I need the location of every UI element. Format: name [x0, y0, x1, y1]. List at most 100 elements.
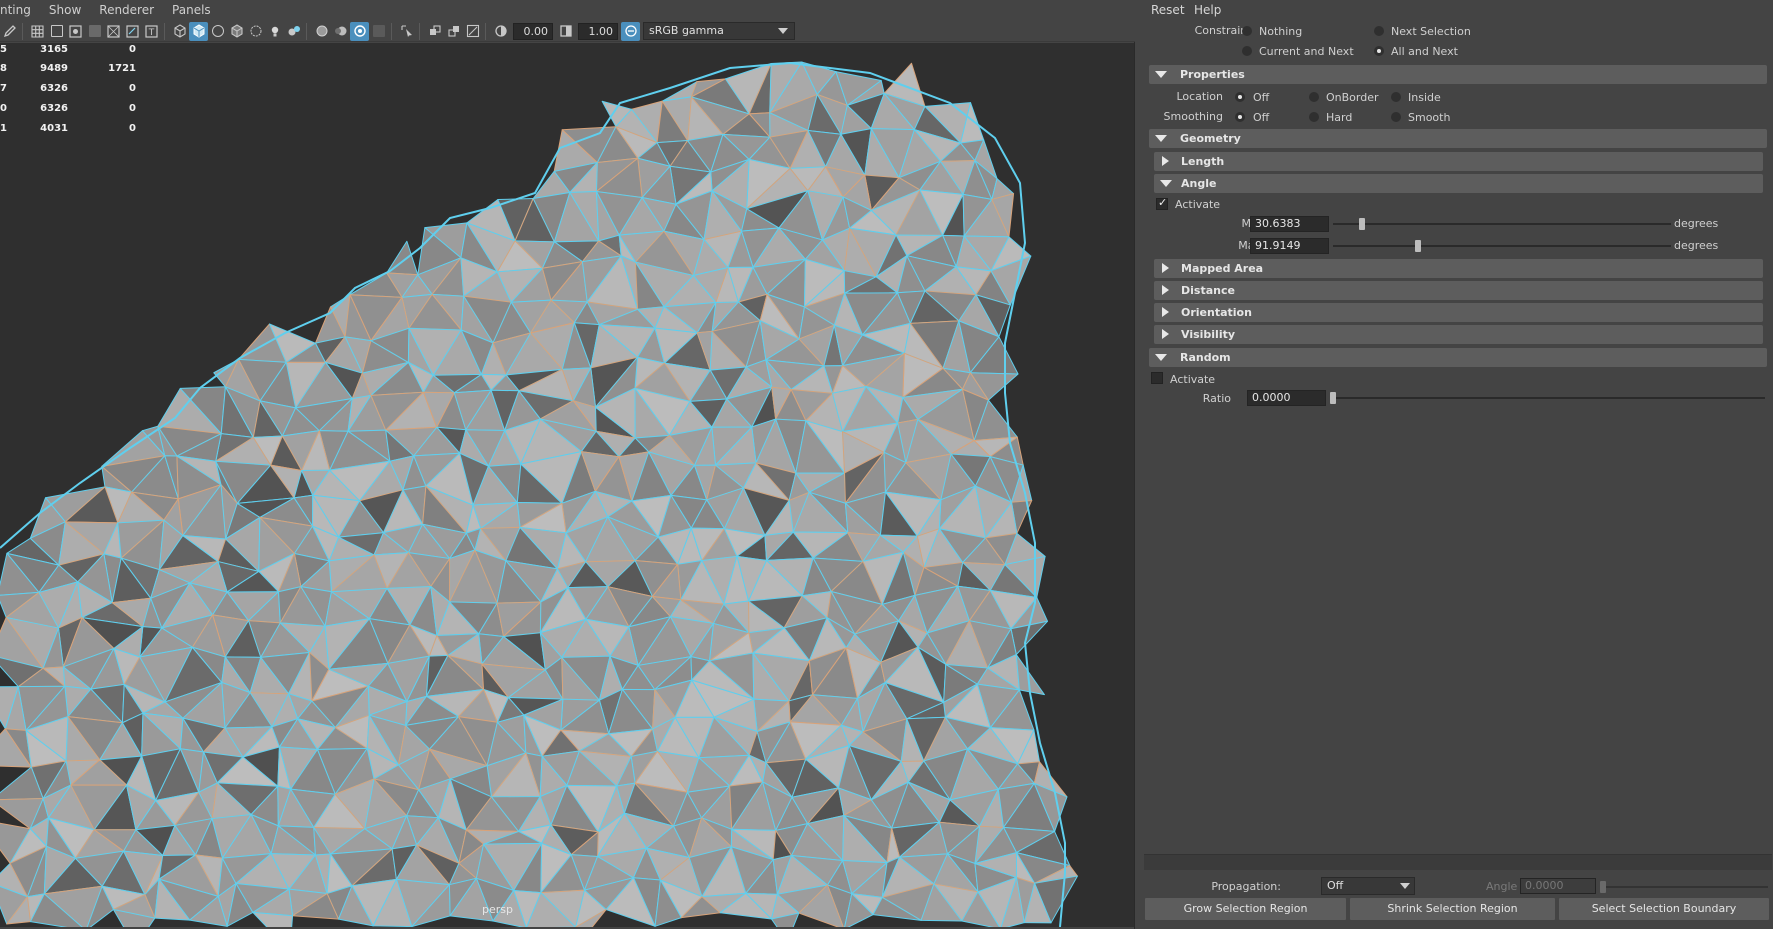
gate-mask-icon[interactable]	[85, 22, 104, 41]
depth-of-field-icon[interactable]	[369, 22, 388, 41]
propagation-value: Off	[1327, 879, 1344, 892]
hud-cell: 0	[129, 44, 136, 55]
menu-lighting[interactable]: nting	[0, 0, 40, 21]
smoothing-label: Smoothing	[1163, 110, 1223, 123]
xray-components-icon[interactable]	[444, 22, 463, 41]
random-ratio-label: Ratio	[1202, 392, 1231, 405]
film-gate-icon[interactable]	[47, 22, 66, 41]
section-visibility[interactable]: Visibility	[1154, 325, 1763, 344]
mesh-render	[0, 61, 1078, 927]
radio-all-and-next[interactable]	[1374, 46, 1384, 56]
menu-renderer[interactable]: Renderer	[90, 0, 163, 21]
hud-cell: 5	[0, 44, 7, 55]
gamma-field[interactable]: 1.00	[578, 22, 618, 40]
radio-smoothing-smooth[interactable]	[1391, 112, 1401, 122]
hud-row: 5 3165 0	[0, 44, 140, 58]
wireframe-icon[interactable]	[170, 22, 189, 41]
hud-cell: 6326	[40, 103, 68, 114]
section-distance[interactable]: Distance	[1154, 281, 1763, 300]
radio-smoothing-off[interactable]	[1235, 112, 1245, 122]
section-orientation[interactable]: Orientation	[1154, 303, 1763, 322]
random-ratio-slider-handle[interactable]	[1330, 392, 1336, 404]
color-space-dropdown[interactable]: sRGB gamma	[643, 22, 795, 40]
svg-text:T: T	[148, 28, 155, 38]
radio-nothing-label: Nothing	[1259, 25, 1303, 38]
use-all-lights-icon[interactable]	[265, 22, 284, 41]
shadows-icon[interactable]	[284, 22, 303, 41]
xray-icon[interactable]	[246, 22, 265, 41]
angle-min-slider-track[interactable]	[1333, 223, 1671, 225]
angle-min-slider-handle[interactable]	[1359, 218, 1365, 230]
isolate-select-icon[interactable]	[397, 22, 416, 41]
angle-max-field[interactable]: 91.9149	[1250, 238, 1329, 254]
section-properties[interactable]: Properties	[1149, 65, 1767, 84]
radio-location-off[interactable]	[1235, 92, 1245, 102]
pencil-icon[interactable]	[0, 22, 19, 41]
section-length[interactable]: Length	[1154, 152, 1763, 171]
radio-next-selection-label: Next Selection	[1391, 25, 1471, 38]
section-geometry[interactable]: Geometry	[1149, 129, 1767, 148]
grow-selection-region-button[interactable]: Grow Selection Region	[1145, 898, 1346, 920]
select-selection-boundary-button[interactable]: Select Selection Boundary	[1559, 898, 1769, 920]
menu-show[interactable]: Show	[40, 0, 90, 21]
radio-location-off-label: Off	[1253, 91, 1270, 104]
hud-cell: 1721	[108, 63, 136, 74]
color-space-value: sRGB gamma	[649, 24, 724, 37]
angle-min-field[interactable]: 30.6383	[1250, 216, 1329, 232]
backface-culling-icon[interactable]	[463, 22, 482, 41]
exposure-icon[interactable]	[491, 22, 510, 41]
motion-blur-icon[interactable]	[331, 22, 350, 41]
exposure-field[interactable]: 0.00	[513, 22, 553, 40]
camera-label: persp	[482, 903, 513, 916]
menu-panels[interactable]: Panels	[163, 0, 220, 21]
constrain-label: Constrain:	[1194, 24, 1251, 37]
section-title: Distance	[1181, 284, 1235, 297]
section-title: Mapped Area	[1181, 262, 1264, 275]
section-title: Orientation	[1181, 306, 1252, 319]
default-material-icon[interactable]	[208, 22, 227, 41]
hud-cell: 0	[129, 123, 136, 134]
radio-smoothing-hard[interactable]	[1309, 112, 1319, 122]
hud-cell: 0	[129, 83, 136, 94]
resolution-gate-icon[interactable]	[66, 22, 85, 41]
wireframe-on-shaded-icon[interactable]	[227, 22, 246, 41]
propagation-dropdown[interactable]: Off	[1321, 877, 1415, 895]
chevron-down-icon	[1160, 180, 1172, 187]
random-ratio-field[interactable]: 0.0000	[1247, 390, 1326, 406]
menu-help[interactable]: Help	[1194, 3, 1221, 17]
section-mapped-area[interactable]: Mapped Area	[1154, 259, 1763, 278]
safe-action-icon[interactable]	[123, 22, 142, 41]
gamma-icon[interactable]	[556, 22, 575, 41]
angle-activate-checkbox[interactable]	[1156, 196, 1168, 210]
section-random[interactable]: Random	[1149, 348, 1767, 367]
random-activate-checkbox[interactable]	[1151, 372, 1163, 384]
radio-current-and-next[interactable]	[1242, 46, 1252, 56]
hud-cell: 3165	[40, 44, 68, 55]
ambient-occlusion-icon[interactable]	[312, 22, 331, 41]
menu-reset[interactable]: Reset	[1151, 3, 1185, 17]
radio-location-onborder[interactable]	[1309, 92, 1319, 102]
section-title: Properties	[1180, 68, 1245, 81]
chevron-right-icon	[1162, 156, 1169, 166]
safe-title-icon[interactable]: T	[142, 22, 161, 41]
hud-row: 7 6326 0	[0, 83, 140, 97]
radio-nothing[interactable]	[1242, 26, 1252, 36]
field-chart-icon[interactable]	[104, 22, 123, 41]
section-angle[interactable]: Angle	[1154, 174, 1763, 193]
angle-max-unit: degrees	[1674, 239, 1719, 252]
view-transform-icon[interactable]	[621, 21, 640, 41]
shrink-selection-region-button[interactable]: Shrink Selection Region	[1350, 898, 1555, 920]
random-ratio-slider-track[interactable]	[1330, 397, 1765, 399]
smooth-shade-icon[interactable]	[189, 21, 208, 41]
xray-joints-icon[interactable]	[425, 22, 444, 41]
radio-location-inside[interactable]	[1391, 92, 1401, 102]
hud-cell: 8	[0, 63, 7, 74]
chevron-right-icon	[1162, 263, 1169, 273]
angle-max-slider-track[interactable]	[1333, 245, 1671, 247]
viewport-canvas[interactable]: 5 3165 0 8 9489 1721 7 6326 0 0 6326 0 1	[0, 43, 1134, 927]
angle-max-slider-handle[interactable]	[1415, 240, 1421, 252]
radio-next-selection[interactable]	[1374, 26, 1384, 36]
section-title: Angle	[1181, 177, 1217, 190]
anti-aliasing-icon[interactable]	[350, 21, 369, 41]
grid-icon[interactable]	[28, 22, 47, 41]
